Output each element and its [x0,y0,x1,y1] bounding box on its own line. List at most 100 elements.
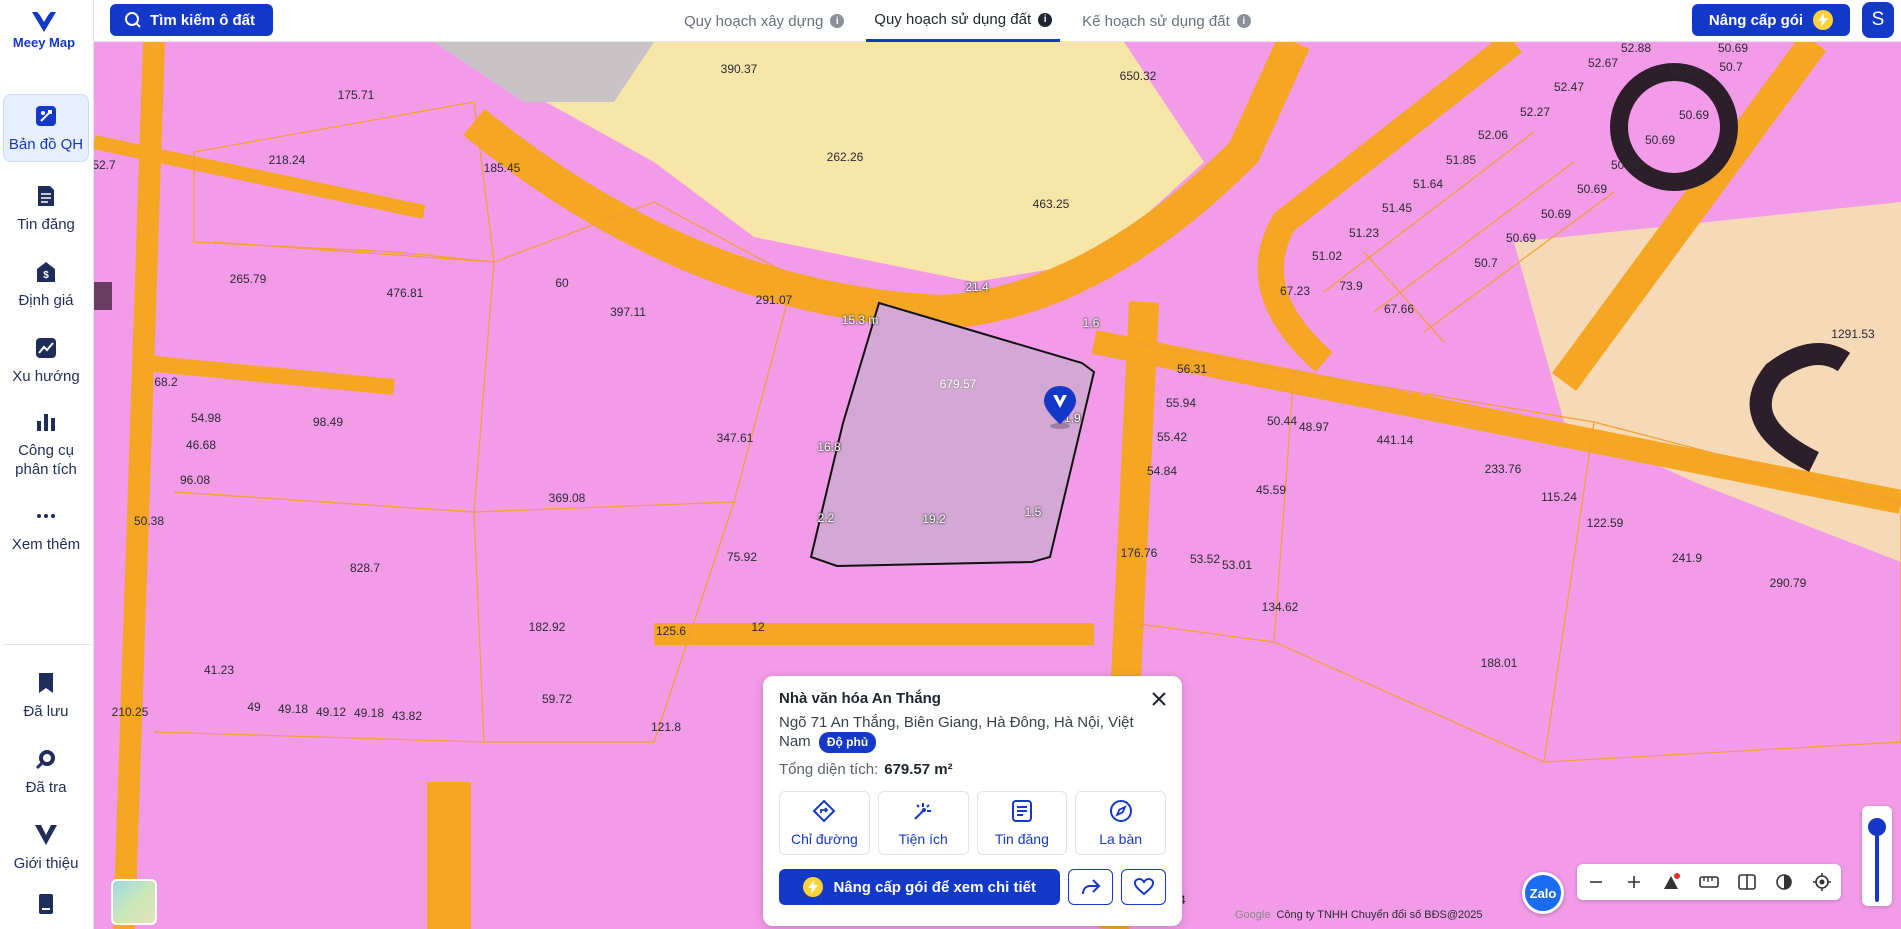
zalo-chat-button[interactable]: Zalo [1522,872,1564,914]
coverage-badge[interactable]: Độ phủ [818,732,877,753]
sidebar-item-saved[interactable]: Đã lưu [3,657,89,733]
parcel-area-label: 290.79 [1769,576,1807,590]
popup-bottom-row: Nâng cấp gói để xem chi tiết [779,869,1166,905]
sidebar-divider [3,644,91,645]
upgrade-details-label: Nâng cấp gói để xem chi tiết [833,878,1036,896]
parcel-area-label: 52.06 [1477,128,1509,142]
google-label: Google [1235,909,1271,921]
sidebar-item-planning-map[interactable]: Bản đồ QH [3,94,89,162]
parcel-area-label: 262.26 [826,150,864,164]
parcel-area-label: 476.81 [386,286,424,300]
document-icon [33,183,59,209]
split-view-icon[interactable] [1732,867,1762,897]
sidebar-item-label: Công cụ phân tích [15,442,77,478]
parcel-area-label: 67.66 [1383,302,1415,316]
ruler-icon[interactable] [1694,867,1724,897]
tab-construction-planning[interactable]: Quy hoạch xây dựng i [676,0,852,42]
parcel-area-label: 121.8 [650,720,682,734]
opacity-slider[interactable] [1862,806,1892,906]
parcel-area-label: 463.25 [1032,197,1070,211]
tab-land-use-plan[interactable]: Kế hoạch sử dụng đất i [1074,0,1259,42]
upgrade-plan-button[interactable]: Nâng cấp gói [1692,4,1850,36]
app-root: Meey Map Bản đồ QH Tin đăng $ Định giá X… [0,0,1901,929]
parcel-area-label: 369.08 [548,491,586,505]
upgrade-details-button[interactable]: Nâng cấp gói để xem chi tiết [779,869,1061,905]
slider-knob[interactable] [1868,818,1886,836]
more-icon [33,503,59,529]
sidebar-item-about[interactable]: Giới thiệu [3,809,89,885]
heart-icon [1133,878,1154,896]
planning-tabs: Quy hoạch xây dựng i Quy hoạch sử dụng đ… [676,0,1273,42]
directions-button[interactable]: Chỉ đường [779,791,870,855]
info-icon[interactable]: i [1236,14,1251,28]
parcel-area-label: 51.85 [1445,153,1477,167]
top-bar: Tìm kiếm ô đất Quy hoạch xây dựng i Quy … [94,0,1901,42]
parcel-area-label: 50.69 [1505,231,1537,245]
parcel-area-label: 188.01 [1480,656,1518,670]
favorite-button[interactable] [1121,869,1166,905]
sidebar-item-label: Tin đăng [17,215,75,233]
popup-actions: Chỉ đường Tiện ích Tin đăng La bàn [779,791,1166,855]
listings-button[interactable]: Tin đăng [976,791,1068,855]
info-icon[interactable]: i [830,14,845,28]
share-button[interactable] [1068,869,1114,905]
amenities-button[interactable]: Tiện ích [877,791,969,855]
upgrade-label: Nâng cấp gói [1708,11,1804,29]
zoom-out-icon[interactable] [1581,867,1611,897]
opacity-icon[interactable] [1769,867,1799,897]
parcel-area-label: 50.44 [1266,414,1298,428]
sidebar-item-listings[interactable]: Tin đăng [3,170,89,246]
sidebar-item-trends[interactable]: Xu hướng [3,322,89,398]
parcel-area-label: 55.94 [1165,396,1197,410]
parcel-area-label: 650.32 [1119,69,1157,83]
meey-logo-icon [33,822,59,848]
sidebar-item-more[interactable]: Xem thêm [3,490,89,566]
sidebar-item-analysis-tools[interactable]: Công cụ phân tích [3,398,89,490]
selected-parcel-area: 679.57 [939,377,977,391]
parcel-area-label: 241.9 [1671,551,1703,565]
parcel-area-label: 134.62 [1261,600,1299,614]
zoom-in-icon[interactable] [1619,867,1649,897]
info-icon[interactable]: i [1038,12,1053,27]
action-label: Tin đăng [994,831,1049,847]
parcel-info-popup: Nhà văn hóa An Thắng Ngõ 71 An Thắng, Bi… [763,676,1182,926]
parcel-area-label: 59.72 [541,692,573,706]
parcel-area-label: 51.23 [1348,226,1380,240]
close-icon[interactable] [1148,688,1170,710]
parcel-area-label: 53.01 [1221,558,1253,572]
parcel-area-label: 50.7 [1474,256,1498,270]
popup-title: Nhà văn hóa An Thắng [779,690,941,707]
parcel-area-label: 48.97 [1298,420,1330,434]
parcel-area-label: 50.69 [1678,108,1710,122]
popup-area: Tổng diện tích: 679.57 m² [779,761,1166,778]
location-pin-icon[interactable] [1042,384,1078,430]
attribution-text: Công ty TNHH Chuyển đổi số BĐS@2025 [1276,909,1483,921]
map-plan-icon [33,103,59,129]
compass-button[interactable]: La bàn [1075,791,1166,855]
parcel-area-label: 68.2 [154,375,178,389]
layer-toggle-icon[interactable] [1656,867,1686,897]
sidebar-item-partial[interactable] [3,885,89,925]
sidebar-item-label: Giới thiệu [13,854,79,872]
tab-land-use-planning[interactable]: Quy hoạch sử dụng đất i [866,0,1061,42]
parcel-area-label: 75.92 [726,550,758,564]
parcel-area-label: 115.24 [1541,490,1577,504]
meey-map-logo[interactable]: Meey Map [0,10,88,50]
parcel-area-label: 52.67 [1587,56,1619,70]
parcel-area-label: 50.69 [1644,133,1676,147]
parcel-area-label: 50.69 [1717,42,1749,55]
parcel-area-label: 50.7 [1719,60,1743,74]
map-attribution: Google Công ty TNHH Chuyển đổi số BĐS@202… [1235,909,1483,921]
search-parcel-button[interactable]: Tìm kiếm ô đất [110,4,273,36]
user-avatar-button[interactable]: S [1862,2,1894,38]
sidebar-item-searched[interactable]: Đã tra [3,733,89,809]
sidebar-item-valuation[interactable]: $ Định giá [3,246,89,322]
my-location-icon[interactable] [1807,867,1837,897]
tab-label: Kế hoạch sử dụng đất [1082,12,1230,30]
parcel-area-label: 185.45 [483,161,521,175]
lightning-icon [1813,10,1834,30]
tab-label: Quy hoạch sử dụng đất [874,11,1032,28]
parcel-area-label: 67.23 [1279,284,1311,298]
parcel-area-label: 50.69 [1540,207,1572,221]
map-layer-thumbnail[interactable] [111,879,157,925]
